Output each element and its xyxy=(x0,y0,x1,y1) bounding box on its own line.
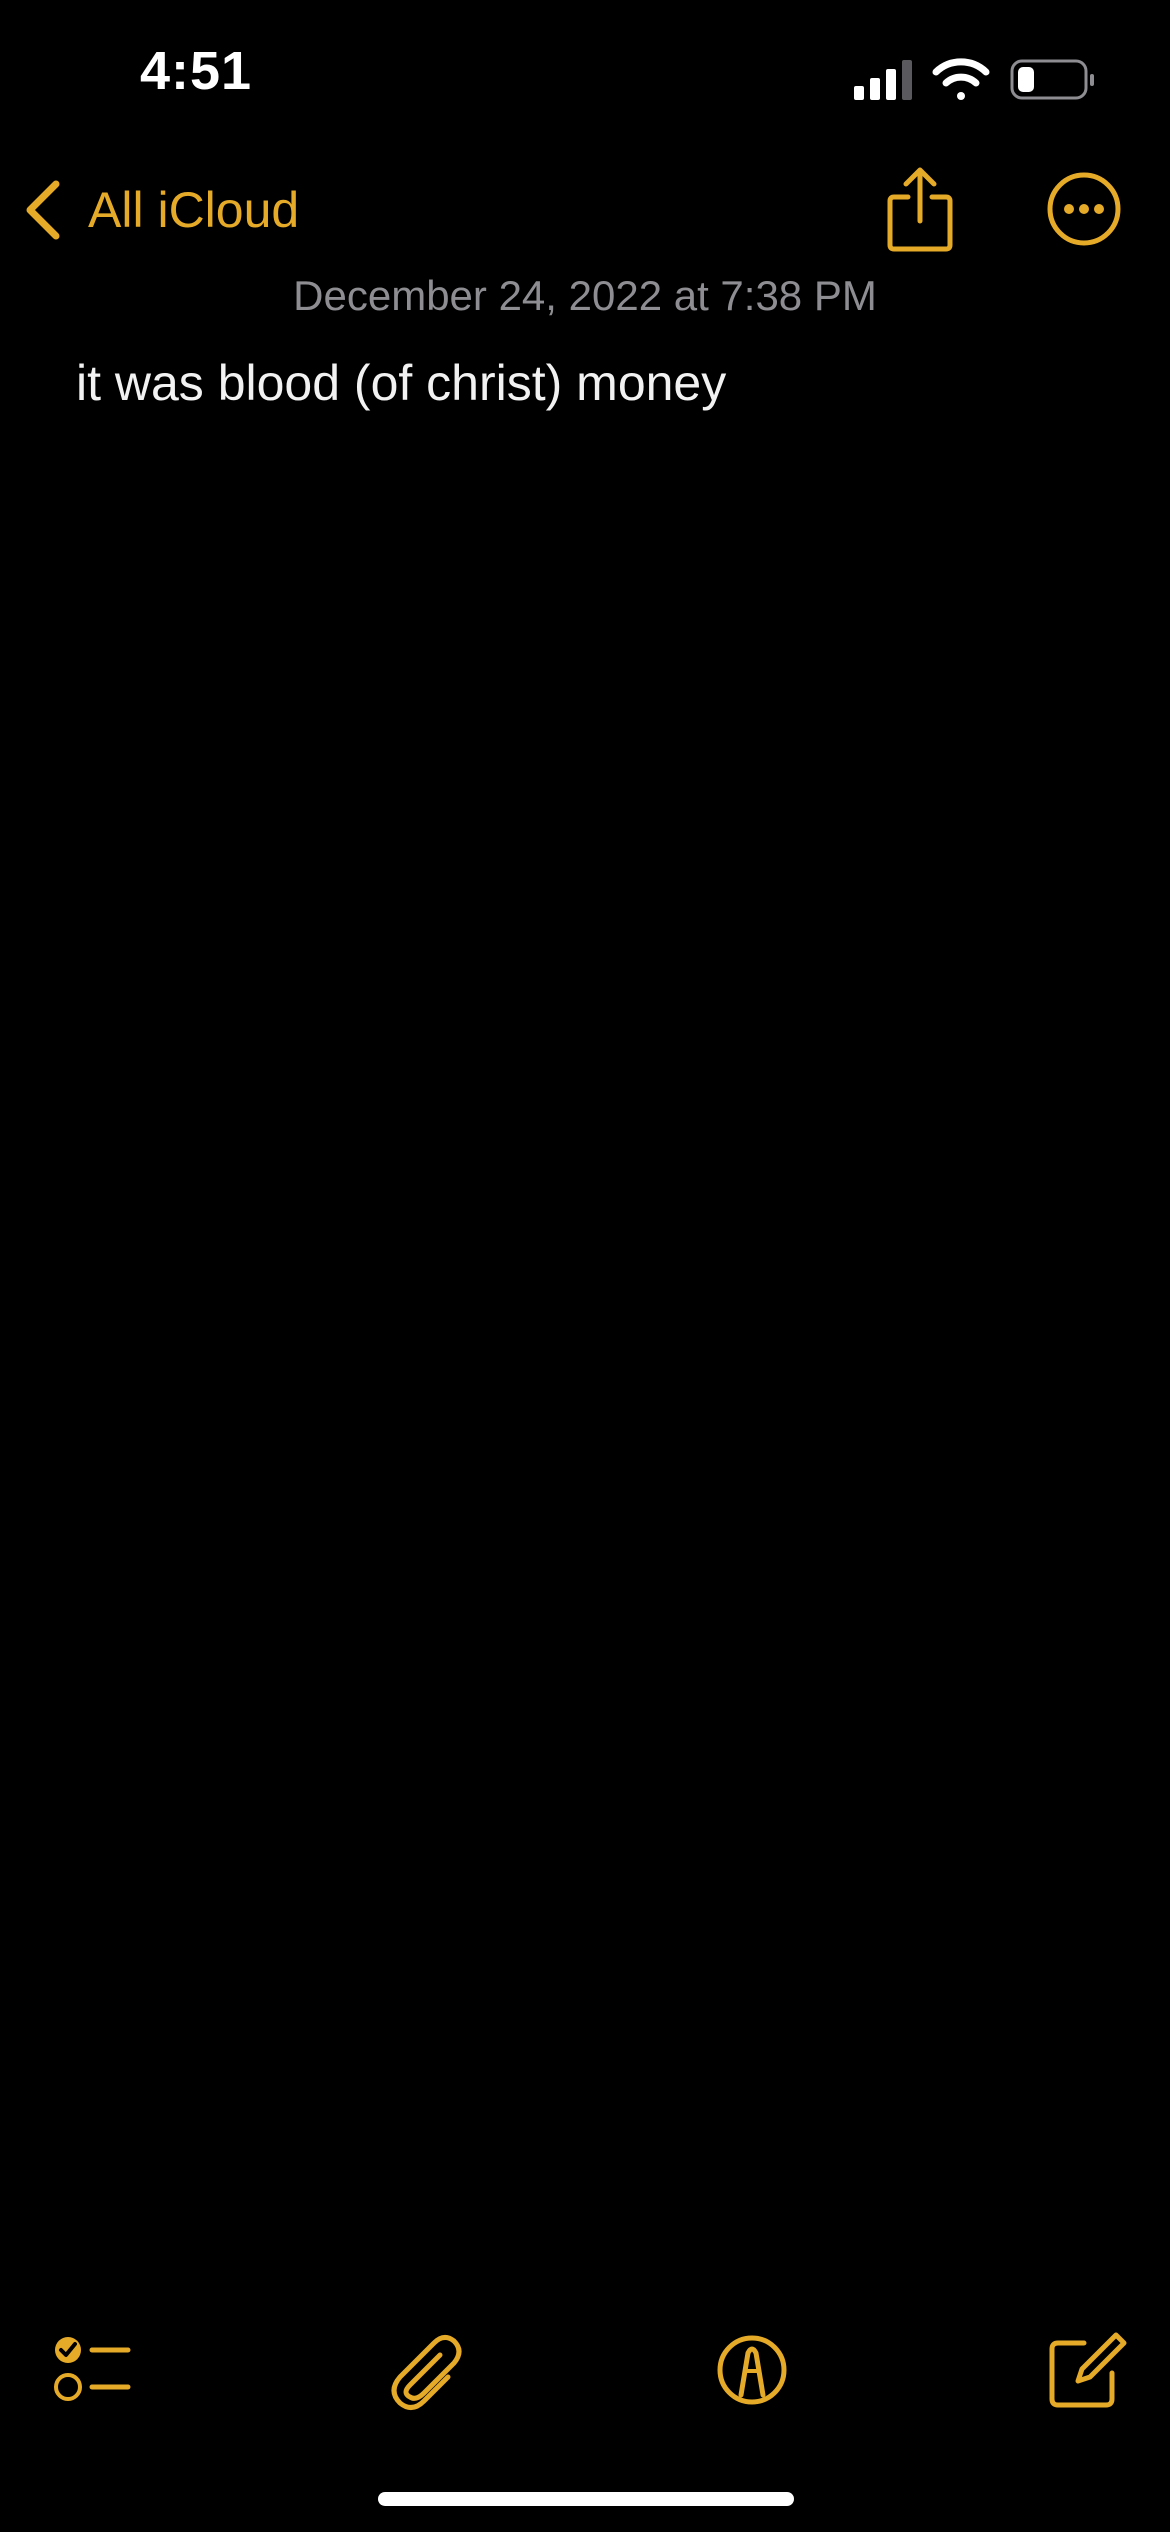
ellipsis-circle-icon xyxy=(1047,172,1121,246)
back-button[interactable]: All iCloud xyxy=(20,170,299,250)
attach-button[interactable] xyxy=(378,2325,468,2415)
wifi-icon xyxy=(932,58,990,100)
status-icons xyxy=(850,50,1140,110)
share-button[interactable] xyxy=(880,165,960,255)
battery-icon xyxy=(1010,59,1094,100)
status-time: 4:51 xyxy=(140,41,253,101)
chevron-left-icon xyxy=(26,180,60,240)
note-date: December 24, 2022 at 7:38 PM xyxy=(293,272,877,319)
paperclip-icon xyxy=(391,2335,462,2410)
compose-icon xyxy=(1049,2332,1127,2408)
more-button[interactable] xyxy=(1045,170,1123,248)
cellular-signal-icon xyxy=(854,60,912,100)
markup-pen-icon xyxy=(717,2335,787,2405)
home-indicator[interactable] xyxy=(378,2492,794,2506)
share-icon xyxy=(887,167,953,252)
back-button-label: All iCloud xyxy=(88,182,300,238)
checklist-icon xyxy=(54,2337,131,2401)
markup-button[interactable] xyxy=(707,2325,797,2415)
note-body[interactable]: it was blood (of christ) money xyxy=(76,350,1096,416)
checklist-button[interactable] xyxy=(48,2325,138,2415)
compose-button[interactable] xyxy=(1040,2325,1130,2415)
